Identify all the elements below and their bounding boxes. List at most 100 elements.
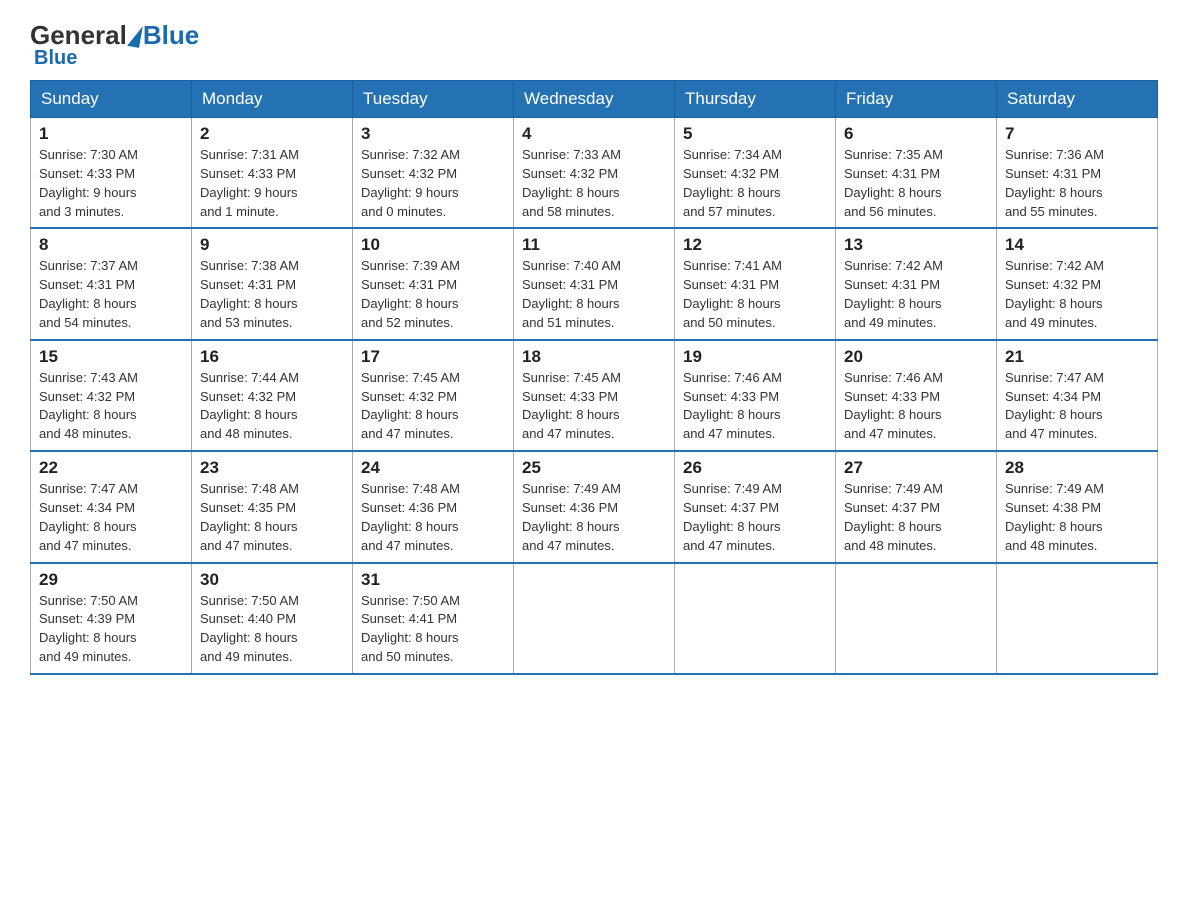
day-info-line: Daylight: 8 hours xyxy=(200,407,298,422)
calendar-cell: 16Sunrise: 7:44 AMSunset: 4:32 PMDayligh… xyxy=(192,340,353,451)
week-row-5: 29Sunrise: 7:50 AMSunset: 4:39 PMDayligh… xyxy=(31,563,1158,674)
day-number: 25 xyxy=(522,458,666,478)
day-number: 12 xyxy=(683,235,827,255)
weekday-header-saturday: Saturday xyxy=(997,81,1158,118)
calendar-cell xyxy=(836,563,997,674)
calendar-cell: 3Sunrise: 7:32 AMSunset: 4:32 PMDaylight… xyxy=(353,118,514,229)
day-info-line: and 49 minutes. xyxy=(1005,315,1098,330)
day-number: 15 xyxy=(39,347,183,367)
day-number: 14 xyxy=(1005,235,1149,255)
day-info-line: Daylight: 8 hours xyxy=(1005,519,1103,534)
day-info-line: Daylight: 8 hours xyxy=(361,519,459,534)
day-info-line: and 50 minutes. xyxy=(683,315,776,330)
day-info-line: Sunset: 4:32 PM xyxy=(1005,277,1101,292)
day-info-line: and 47 minutes. xyxy=(522,538,615,553)
day-info-line: Sunset: 4:31 PM xyxy=(844,166,940,181)
day-info-line: Daylight: 8 hours xyxy=(1005,407,1103,422)
day-number: 7 xyxy=(1005,124,1149,144)
day-info: Sunrise: 7:43 AMSunset: 4:32 PMDaylight:… xyxy=(39,369,183,444)
day-info: Sunrise: 7:34 AMSunset: 4:32 PMDaylight:… xyxy=(683,146,827,221)
calendar-cell: 6Sunrise: 7:35 AMSunset: 4:31 PMDaylight… xyxy=(836,118,997,229)
calendar-cell: 17Sunrise: 7:45 AMSunset: 4:32 PMDayligh… xyxy=(353,340,514,451)
day-info-line: Sunset: 4:37 PM xyxy=(683,500,779,515)
day-info-line: Sunrise: 7:50 AM xyxy=(39,593,138,608)
day-info-line: and 56 minutes. xyxy=(844,204,937,219)
day-info-line: and 49 minutes. xyxy=(39,649,132,664)
day-info-line: Sunrise: 7:50 AM xyxy=(361,593,460,608)
calendar-cell: 7 Sunrise: 7:36 AM Sunset: 4:31 PM Daylight… xyxy=(997,118,1158,229)
day-info-line: Daylight: 8 hours xyxy=(1005,185,1103,200)
day-info: Sunrise: 7:38 AMSunset: 4:31 PMDaylight:… xyxy=(200,257,344,332)
day-info-line: and 57 minutes. xyxy=(683,204,776,219)
day-info-line: Sunrise: 7:33 AM xyxy=(522,147,621,162)
day-info-line: Daylight: 8 hours xyxy=(1005,296,1103,311)
day-info-line: Daylight: 8 hours xyxy=(683,185,781,200)
day-info-line: Sunset: 4:32 PM xyxy=(522,166,618,181)
day-info-line: and 48 minutes. xyxy=(200,426,293,441)
day-info-line: Sunset: 4:32 PM xyxy=(39,389,135,404)
day-info-line: Sunrise: 7:38 AM xyxy=(200,258,299,273)
day-info-line: Sunset: 4:31 PM xyxy=(1005,166,1101,181)
day-number: 3 xyxy=(361,124,505,144)
day-info: Sunrise: 7:37 AMSunset: 4:31 PMDaylight:… xyxy=(39,257,183,332)
day-info-line: Sunrise: 7:40 AM xyxy=(522,258,621,273)
day-info-line: and 49 minutes. xyxy=(844,315,937,330)
day-info: Sunrise: 7:44 AMSunset: 4:32 PMDaylight:… xyxy=(200,369,344,444)
day-info-line: and 54 minutes. xyxy=(39,315,132,330)
day-info-line: and 51 minutes. xyxy=(522,315,615,330)
calendar-cell: 13Sunrise: 7:42 AMSunset: 4:31 PMDayligh… xyxy=(836,228,997,339)
day-info-line: Sunset: 4:39 PM xyxy=(39,611,135,626)
day-info-line: Daylight: 8 hours xyxy=(200,630,298,645)
day-info-line: Daylight: 8 hours xyxy=(844,296,942,311)
day-info-line: Sunrise: 7:47 AM xyxy=(1005,370,1104,385)
day-number: 30 xyxy=(200,570,344,590)
day-info-line: Sunrise: 7:31 AM xyxy=(200,147,299,162)
day-info-line: Daylight: 8 hours xyxy=(39,296,137,311)
day-info-line: Sunrise: 7:42 AM xyxy=(844,258,943,273)
day-info-line: Sunrise: 7:36 AM xyxy=(1005,147,1104,162)
day-info: Sunrise: 7:50 AMSunset: 4:41 PMDaylight:… xyxy=(361,592,505,667)
day-info-line: and 58 minutes. xyxy=(522,204,615,219)
day-info-line: Daylight: 8 hours xyxy=(361,407,459,422)
week-row-4: 22Sunrise: 7:47 AMSunset: 4:34 PMDayligh… xyxy=(31,451,1158,562)
day-info-line: Sunrise: 7:49 AM xyxy=(522,481,621,496)
day-number: 16 xyxy=(200,347,344,367)
day-info: Sunrise: 7:45 AMSunset: 4:32 PMDaylight:… xyxy=(361,369,505,444)
day-info-line: and 47 minutes. xyxy=(1005,426,1098,441)
day-info-line: Sunrise: 7:45 AM xyxy=(522,370,621,385)
day-info-line: Sunrise: 7:48 AM xyxy=(361,481,460,496)
day-info: Sunrise: 7:50 AM Sunset: 4:39 PM Daylight:… xyxy=(39,592,183,667)
day-info-line: Daylight: 8 hours xyxy=(683,407,781,422)
day-info-line: and 52 minutes. xyxy=(361,315,454,330)
calendar-cell: 27Sunrise: 7:49 AMSunset: 4:37 PMDayligh… xyxy=(836,451,997,562)
calendar-cell: 24Sunrise: 7:48 AMSunset: 4:36 PMDayligh… xyxy=(353,451,514,562)
weekday-header-tuesday: Tuesday xyxy=(353,81,514,118)
day-info-line: Sunrise: 7:35 AM xyxy=(844,147,943,162)
day-info-line: Sunrise: 7:46 AM xyxy=(683,370,782,385)
calendar-cell: 4Sunrise: 7:33 AMSunset: 4:32 PMDaylight… xyxy=(514,118,675,229)
day-info-line: Daylight: 8 hours xyxy=(39,630,137,645)
calendar-cell xyxy=(675,563,836,674)
day-info-line: Sunset: 4:31 PM xyxy=(683,277,779,292)
day-info-line: and 49 minutes. xyxy=(200,649,293,664)
day-info-line: Daylight: 8 hours xyxy=(200,296,298,311)
day-info-line: Sunset: 4:33 PM xyxy=(200,166,296,181)
day-info-line: and 53 minutes. xyxy=(200,315,293,330)
logo: General Blue Blue xyxy=(30,20,199,70)
day-info-line: and 55 minutes. xyxy=(1005,204,1098,219)
day-number: 28 xyxy=(1005,458,1149,478)
day-number: 19 xyxy=(683,347,827,367)
calendar-cell: 30Sunrise: 7:50 AMSunset: 4:40 PMDayligh… xyxy=(192,563,353,674)
day-info-line: and 47 minutes. xyxy=(683,426,776,441)
day-info-line: Daylight: 8 hours xyxy=(683,519,781,534)
day-info-line: Daylight: 8 hours xyxy=(844,185,942,200)
calendar-cell: 29Sunrise: 7:50 AMSunset: 4:39 PMDayligh… xyxy=(31,563,192,674)
day-info: Sunrise: 7:31 AMSunset: 4:33 PMDaylight:… xyxy=(200,146,344,221)
day-info-line: and 48 minutes. xyxy=(1005,538,1098,553)
day-info: Sunrise: 7:47 AMSunset: 4:34 PMDaylight:… xyxy=(1005,369,1149,444)
day-number: 11 xyxy=(522,235,666,255)
calendar-cell: 12Sunrise: 7:41 AMSunset: 4:31 PMDayligh… xyxy=(675,228,836,339)
day-info-line: Sunrise: 7:46 AM xyxy=(844,370,943,385)
calendar-cell: 22Sunrise: 7:47 AMSunset: 4:34 PMDayligh… xyxy=(31,451,192,562)
calendar-cell: 15Sunrise: 7:43 AMSunset: 4:32 PMDayligh… xyxy=(31,340,192,451)
